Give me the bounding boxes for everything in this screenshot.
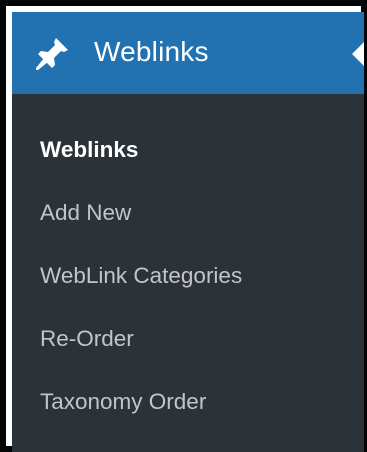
submenu-item-taxonomy-order[interactable]: Taxonomy Order bbox=[40, 387, 206, 417]
weblinks-menu-header[interactable]: Weblinks bbox=[12, 12, 364, 94]
current-menu-indicator bbox=[352, 42, 364, 66]
admin-sidebar-menu: Weblinks Weblinks Add New WebLink Catego… bbox=[12, 12, 364, 452]
submenu-item-weblinks[interactable]: Weblinks bbox=[40, 135, 138, 165]
submenu-item-add-new[interactable]: Add New bbox=[40, 198, 131, 228]
menu-header-label: Weblinks bbox=[94, 36, 209, 67]
pin-icon bbox=[34, 36, 70, 72]
submenu-item-re-order[interactable]: Re-Order bbox=[40, 324, 134, 354]
screenshot-frame: Weblinks Weblinks Add New WebLink Catego… bbox=[0, 0, 367, 452]
submenu-item-weblink-categories[interactable]: WebLink Categories bbox=[40, 261, 242, 291]
